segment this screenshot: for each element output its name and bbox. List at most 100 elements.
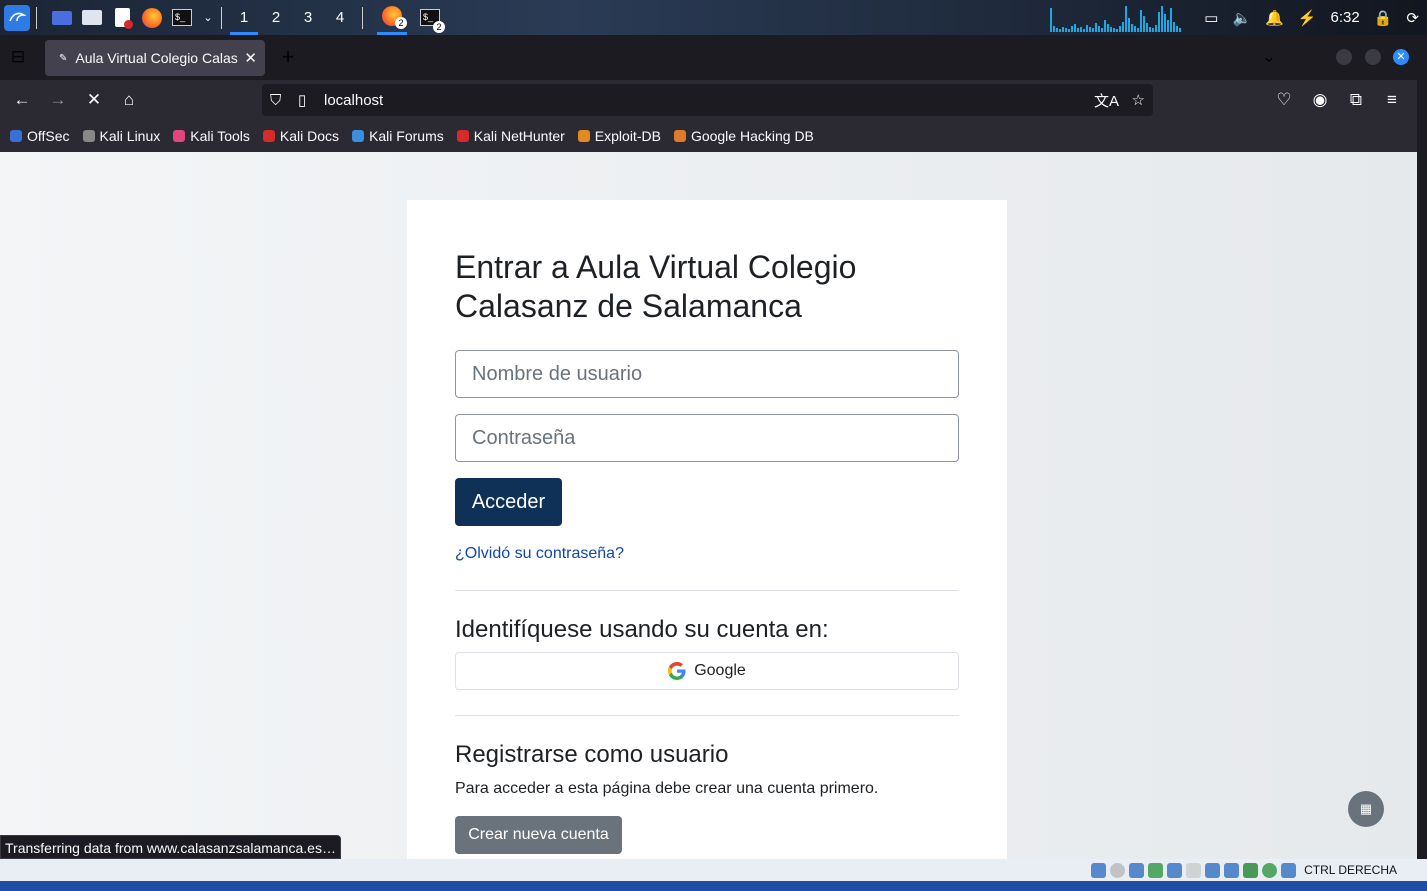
virtualbox-status-bar: CTRL DERECHA xyxy=(0,859,1427,881)
firefox-view-icon[interactable]: ⊟ xyxy=(6,45,30,69)
bookmark-favicon-icon xyxy=(577,130,590,142)
recording-icon[interactable] xyxy=(1224,862,1240,878)
workspace-2[interactable]: 2 xyxy=(260,0,292,35)
bookmark-favicon-icon xyxy=(82,130,95,142)
page-info-icon[interactable]: ▯ xyxy=(298,91,318,109)
storage-icon[interactable] xyxy=(1091,862,1107,878)
kali-top-panel: $_ ⌄ 1 2 3 4 2 $_ 2 ▭ 🔈 🔔 ⚡ 6:32 🔒 ⟳ xyxy=(0,0,1427,35)
display-icon[interactable]: ▭ xyxy=(1204,9,1218,27)
bell-icon[interactable]: 🔔 xyxy=(1265,9,1284,27)
shared-folders-icon[interactable] xyxy=(1186,862,1202,878)
bookmark-kali-linux[interactable]: Kali Linux xyxy=(82,128,160,144)
window-count-badge: 2 xyxy=(433,20,445,33)
extensions-icon[interactable]: ⧉ xyxy=(1344,88,1368,112)
mouse-integration-icon[interactable] xyxy=(1262,862,1278,878)
keyboard-capture-icon[interactable] xyxy=(1281,862,1297,878)
optical-drive-icon[interactable] xyxy=(1110,862,1126,878)
power-manager-icon[interactable]: ⚡ xyxy=(1298,9,1317,27)
new-tab-icon[interactable]: + xyxy=(276,44,300,69)
panel-separator xyxy=(36,6,37,29)
bookmark-favicon-icon xyxy=(456,130,469,142)
home-button[interactable]: ⌂ xyxy=(117,88,141,112)
kali-menu-icon[interactable] xyxy=(4,4,30,31)
account-icon[interactable]: ◉ xyxy=(1308,88,1332,112)
register-heading: Registrarse como usuario xyxy=(455,741,729,768)
pocket-icon[interactable]: ♡ xyxy=(1272,88,1296,112)
taskbar-terminal-icon[interactable]: $_ 2 xyxy=(415,7,445,33)
workspace-3[interactable]: 3 xyxy=(292,0,324,35)
bookmark-offsec[interactable]: OffSec xyxy=(10,128,70,144)
cpu-graph-bar xyxy=(1056,27,1059,32)
minimize-window-button[interactable] xyxy=(1336,49,1352,65)
cpu-graph-bar xyxy=(1107,23,1110,32)
cpu-graph-bar xyxy=(1140,9,1143,32)
browser-tab-strip: ⊟ ✎ Aula Virtual Colegio Calas ✕ + ⌄ ✕ xyxy=(0,35,1417,80)
cpu-graph-bar xyxy=(1101,27,1104,32)
close-window-button[interactable]: ✕ xyxy=(1393,49,1409,65)
login-title: Entrar a Aula Virtual Colegio Calasanz d… xyxy=(455,249,857,324)
hamburger-menu-icon[interactable]: ≡ xyxy=(1380,88,1404,112)
back-button[interactable]: ← xyxy=(10,88,34,112)
taskbar-firefox-icon[interactable]: 2 xyxy=(377,0,407,35)
bookmark-kali-forums[interactable]: Kali Forums xyxy=(352,128,444,144)
forward-button[interactable]: → xyxy=(46,88,70,112)
create-account-button[interactable]: Crear nueva cuenta xyxy=(455,816,622,854)
cpu-graph-bar xyxy=(1155,24,1158,32)
bookmark-kali-docs[interactable]: Kali Docs xyxy=(262,128,339,144)
password-input[interactable]: Contraseña xyxy=(455,414,959,462)
window-count-badge: 2 xyxy=(395,17,407,29)
bookmark-favicon-icon xyxy=(173,130,186,142)
translate-icon[interactable]: 文A xyxy=(1094,90,1119,111)
cpu-graph-bar xyxy=(1092,27,1095,32)
lock-icon[interactable]: 🔒 xyxy=(1374,9,1393,27)
footer-help-button[interactable]: ▦ xyxy=(1348,791,1384,827)
url-bar[interactable]: ⛉ ▯ localhost 文A ☆ xyxy=(262,84,1153,116)
file-manager-icon[interactable] xyxy=(81,7,103,29)
chevron-down-icon[interactable]: ⌄ xyxy=(201,7,215,29)
forgot-password-link[interactable]: ¿Olvidó su contraseña? xyxy=(455,545,624,563)
google-login-button[interactable]: Google xyxy=(455,652,959,690)
cpu-graph-bar xyxy=(1050,7,1053,32)
cpu-activity-icon[interactable] xyxy=(1243,862,1259,878)
display-icon[interactable] xyxy=(1205,862,1221,878)
volume-icon[interactable]: 🔈 xyxy=(1232,9,1251,27)
cpu-graph-bar xyxy=(1062,26,1065,32)
system-tray: ▭ 🔈 🔔 ⚡ 6:32 🔒 ⟳ xyxy=(1050,0,1419,35)
navigation-toolbar: ← → ✕ ⌂ ⛉ ▯ localhost 文A ☆ ♡ ◉ ⧉ ≡ xyxy=(0,80,1417,120)
text-editor-icon[interactable] xyxy=(111,7,133,29)
bookmark-kali-nethunter[interactable]: Kali NetHunter xyxy=(456,128,565,144)
usb-icon[interactable] xyxy=(1167,862,1183,878)
bookmark-kali-tools[interactable]: Kali Tools xyxy=(173,128,250,144)
login-button[interactable]: Acceder xyxy=(455,478,562,526)
close-tab-icon[interactable]: ✕ xyxy=(244,49,257,67)
maximize-window-button[interactable] xyxy=(1365,49,1381,65)
tracking-protection-icon[interactable]: ⛉ xyxy=(270,92,290,109)
bookmark-star-icon[interactable]: ☆ xyxy=(1132,91,1145,109)
username-input[interactable]: Nombre de usuario xyxy=(455,350,959,398)
panel-separator xyxy=(221,6,222,29)
workspace-4[interactable]: 4 xyxy=(324,0,356,35)
network-icon[interactable] xyxy=(1148,862,1164,878)
audio-icon[interactable] xyxy=(1129,862,1145,878)
tab-list-chevron-icon[interactable]: ⌄ xyxy=(1257,45,1281,69)
bookmark-favicon-icon xyxy=(262,130,275,142)
window-bottom-border xyxy=(0,881,1427,891)
clock[interactable]: 6:32 xyxy=(1331,9,1360,26)
logout-icon[interactable]: ⟳ xyxy=(1406,9,1419,27)
bookmark-exploit-db[interactable]: Exploit-DB xyxy=(577,128,661,144)
cpu-graph-bar xyxy=(1170,7,1173,32)
workspace-1[interactable]: 1 xyxy=(228,0,260,35)
url-text[interactable]: localhost xyxy=(324,92,383,109)
browser-tab[interactable]: ✎ Aula Virtual Colegio Calas ✕ xyxy=(45,40,265,76)
cpu-graph-bar xyxy=(1161,5,1164,32)
stop-loading-button[interactable]: ✕ xyxy=(82,88,106,112)
terminal-icon[interactable]: $_ xyxy=(171,7,193,29)
cpu-graph-bar xyxy=(1143,15,1146,32)
page-content: Entrar a Aula Virtual Colegio Calasanz d… xyxy=(0,152,1417,859)
desktop-icon[interactable] xyxy=(51,7,73,29)
bookmark-google-hacking-db[interactable]: Google Hacking DB xyxy=(673,128,814,144)
firefox-icon[interactable] xyxy=(141,7,163,29)
bookmarks-toolbar: OffSec Kali Linux Kali Tools Kali Docs K… xyxy=(0,120,1417,152)
bookmark-favicon-icon xyxy=(10,130,22,142)
cpu-graph-bar xyxy=(1113,27,1116,32)
